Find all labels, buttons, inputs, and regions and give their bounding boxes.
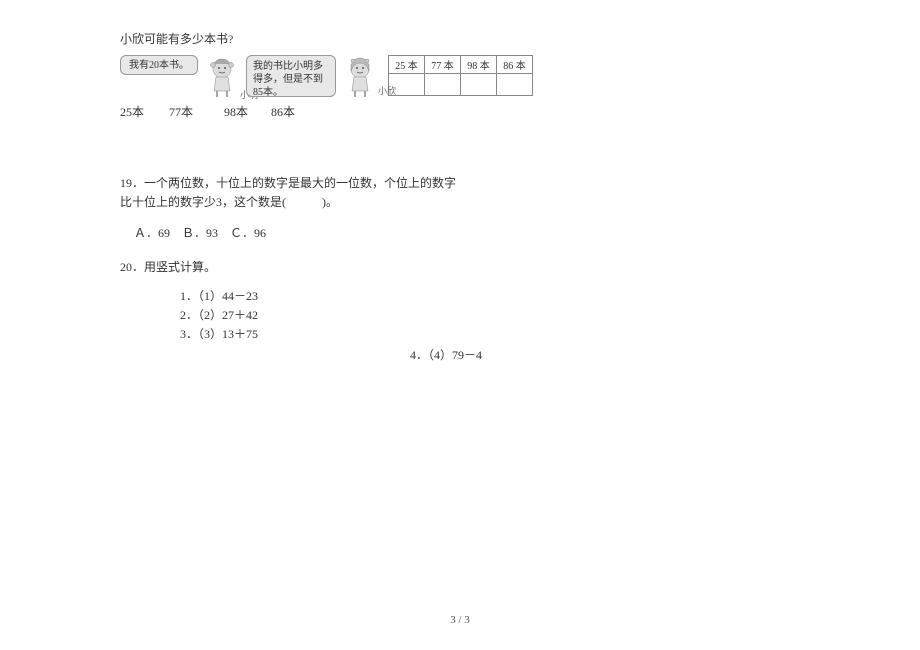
table-cell: 77 本 [425, 56, 461, 74]
table-cell: 98 本 [461, 56, 497, 74]
question-19: 19．一个两位数，十位上的数字是最大的一位数，个位上的数字 比十位上的数字少3，… [120, 174, 800, 244]
table-cell: 25 本 [389, 56, 425, 74]
table-cell-empty [497, 74, 533, 96]
list-item: 3．（3）13＋75 [180, 325, 800, 344]
q18-illustration: 我有20本书。 小明 我的书比小明多得多，但是不到85本。 [120, 55, 800, 99]
q19-line1: 19．一个两位数，十位上的数字是最大的一位数，个位上的数字 [120, 174, 800, 193]
q19-choices: Ａ．69 Ｂ．93 Ｃ．96 [134, 224, 800, 243]
child-girl-icon [204, 55, 240, 99]
char2-label: 小欣 [378, 84, 396, 97]
list-item: 2．（2）27＋42 [180, 306, 800, 325]
table-row [389, 74, 533, 96]
speech-bubble-xiaoxin: 我的书比小明多得多，但是不到85本。 [246, 55, 336, 97]
option-text: 25本 [120, 105, 144, 119]
table-cell-empty [461, 74, 497, 96]
table-cell: 86 本 [497, 56, 533, 74]
speech-bubble-xiaoming: 我有20本书。 [120, 55, 198, 75]
q20-title: 20．用竖式计算。 [120, 258, 800, 275]
list-item: 1．（1）44－23 [180, 287, 800, 306]
option-text: 86本 [271, 105, 295, 119]
character-xiaoming: 小明 [204, 55, 240, 99]
option-text: 77本 [169, 105, 193, 119]
table-row: 25 本 77 本 98 本 86 本 [389, 56, 533, 74]
list-item: 4．（4）79－4 [410, 346, 800, 365]
bubble1-text: 我有20本书。 [129, 59, 189, 72]
q18-answer-table: 25 本 77 本 98 本 86 本 [388, 55, 533, 96]
option-text: 98本 [224, 105, 248, 119]
table-cell-empty [425, 74, 461, 96]
page-number: 3 / 3 [0, 614, 920, 626]
q19-line2: 比十位上的数字少3，这个数是( )。 [120, 193, 800, 212]
character-xiaoxin: 小欣 [342, 55, 378, 99]
q18-options: 25本 77本 98本 86本 [120, 103, 800, 120]
q20-list: 1．（1）44－23 2．（2）27＋42 3．（3）13＋75 4．（4）79… [180, 287, 800, 366]
q18-title: 小欣可能有多少本书? [120, 30, 800, 47]
child-girl-icon [342, 55, 378, 99]
question-20: 20．用竖式计算。 1．（1）44－23 2．（2）27＋42 3．（3）13＋… [120, 258, 800, 366]
bubble2-text: 我的书比小明多得多，但是不到85本。 [253, 61, 323, 98]
spacer [120, 120, 800, 174]
page-content: 小欣可能有多少本书? 我有20本书。 小明 我的书比小明多得多，但是不到85本。 [0, 0, 920, 365]
